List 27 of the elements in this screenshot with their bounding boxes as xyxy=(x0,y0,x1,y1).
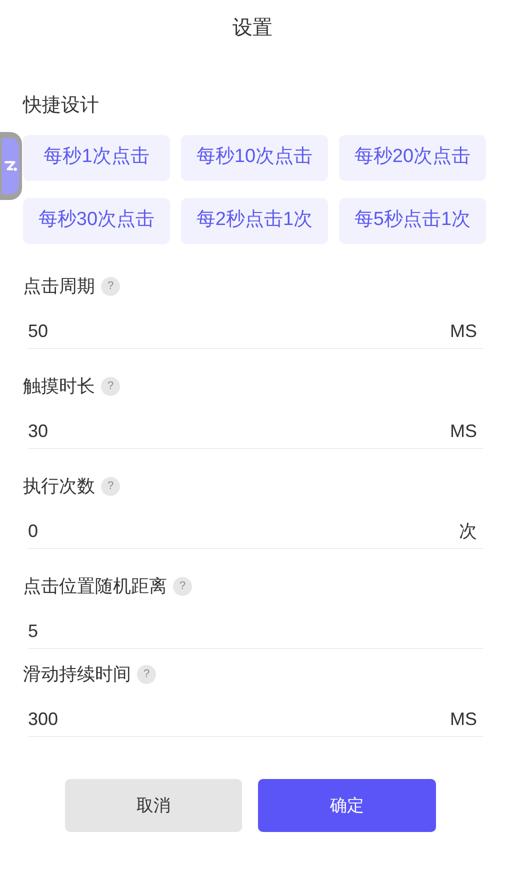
section-label: 快捷设计 xyxy=(23,95,99,116)
floating-widget[interactable] xyxy=(0,132,22,200)
field-label: 滑动持续时间 xyxy=(23,663,131,686)
preset-button[interactable]: 每秒1次点击 xyxy=(23,134,170,180)
input-field[interactable]: 0 次 xyxy=(28,514,483,548)
preset-button[interactable]: 每秒10次点击 xyxy=(181,134,328,180)
preset-button[interactable]: 每秒30次点击 xyxy=(23,198,170,244)
page-title: 设置 xyxy=(232,16,272,41)
input-field[interactable]: 30 MS xyxy=(28,414,483,448)
input-field[interactable]: 50 MS xyxy=(28,314,483,348)
help-icon[interactable]: ? xyxy=(101,477,120,496)
help-icon[interactable]: ? xyxy=(173,577,192,596)
help-icon[interactable]: ? xyxy=(137,665,156,684)
z-logo-icon xyxy=(4,160,18,172)
confirm-button[interactable]: 确定 xyxy=(258,779,436,832)
preset-button[interactable]: 每秒20次点击 xyxy=(339,134,486,180)
help-icon[interactable]: ? xyxy=(101,277,120,296)
field-label: 点击周期 xyxy=(23,275,95,298)
help-icon[interactable]: ? xyxy=(101,377,120,396)
field-label: 点击位置随机距离 xyxy=(23,575,167,598)
field-label: 执行次数 xyxy=(23,475,95,498)
input-field[interactable]: 300 MS xyxy=(28,702,483,736)
input-field[interactable]: 5 xyxy=(28,614,483,648)
preset-button[interactable]: 每2秒点击1次 xyxy=(181,198,328,244)
preset-button[interactable]: 每5秒点击1次 xyxy=(339,198,486,244)
field-label: 触摸时长 xyxy=(23,375,95,398)
cancel-button[interactable]: 取消 xyxy=(65,779,242,832)
